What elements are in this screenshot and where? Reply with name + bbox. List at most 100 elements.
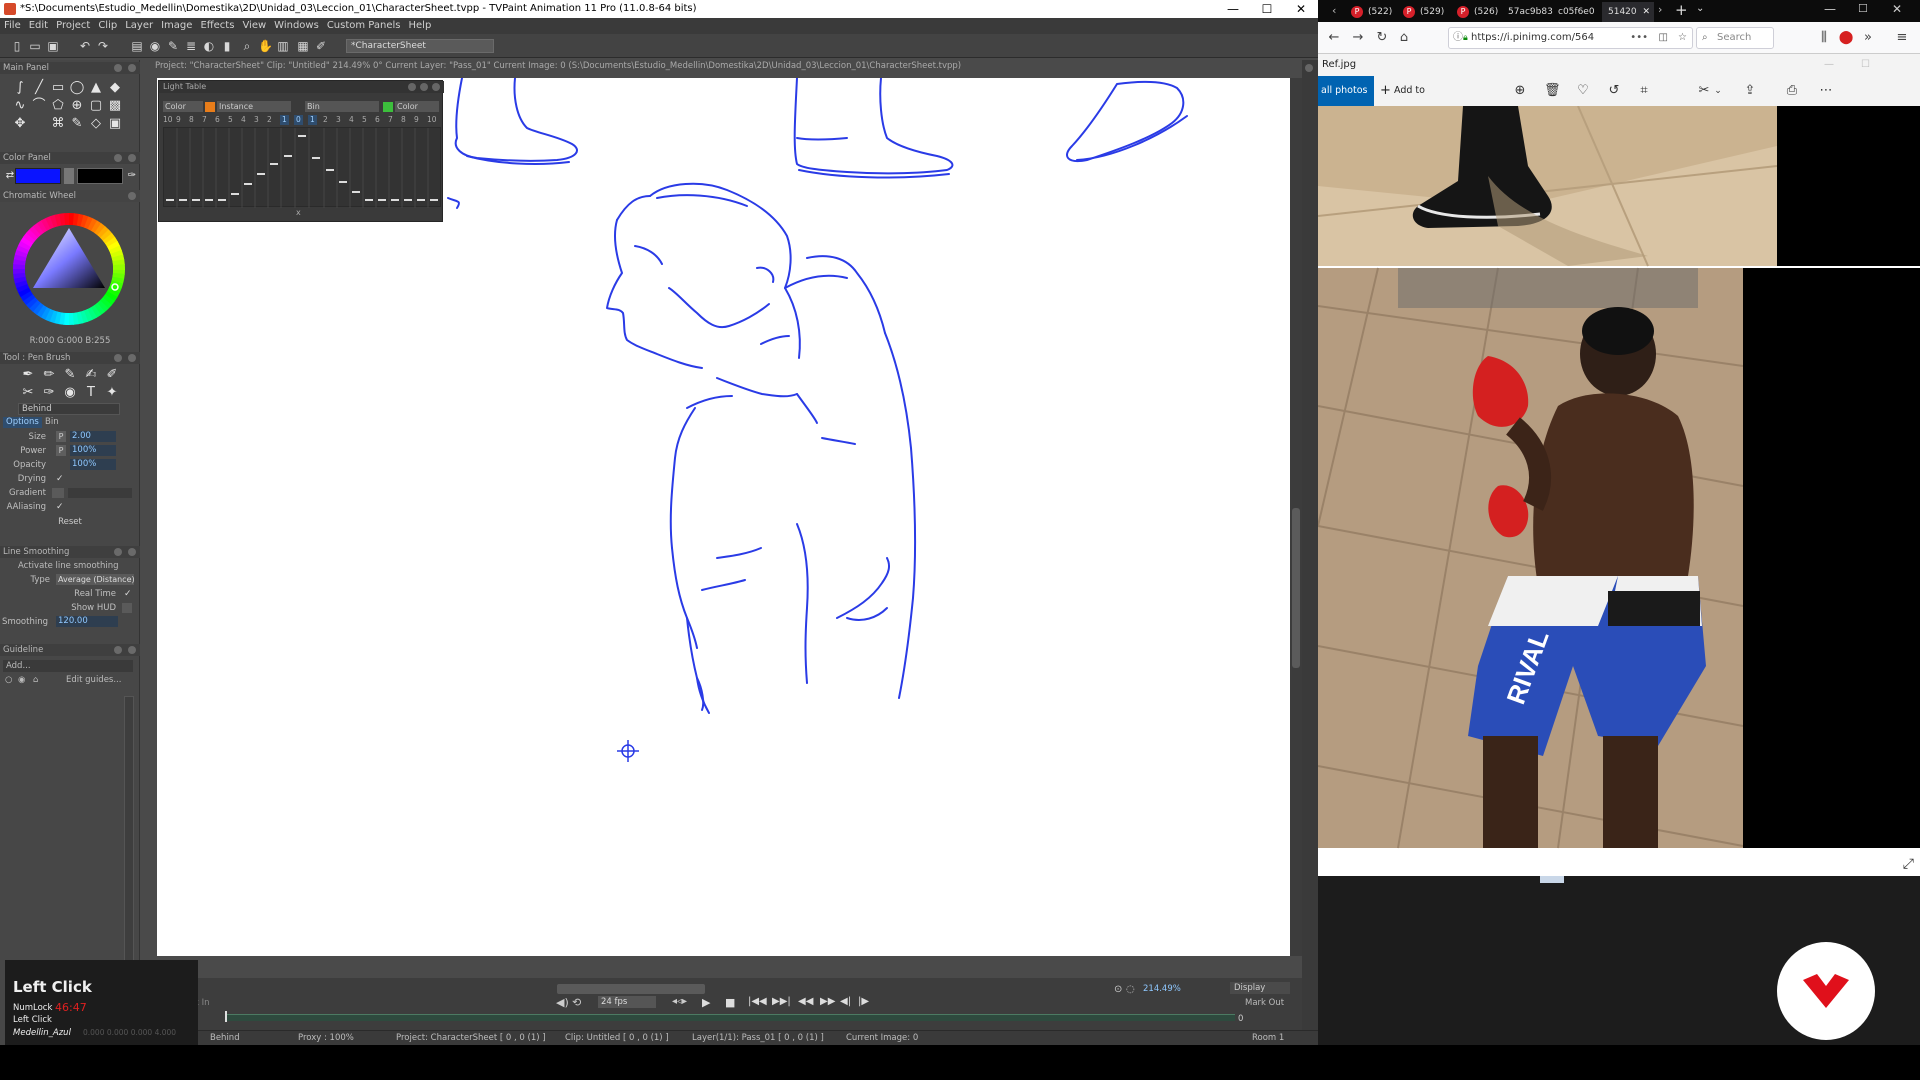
bookmark-star-icon[interactable]: ☆ bbox=[1678, 28, 1687, 48]
favorite-icon[interactable]: ♡ bbox=[1575, 83, 1591, 99]
realtime-checkbox[interactable]: ✓ bbox=[124, 587, 132, 601]
maximize-button[interactable]: ☐ bbox=[1250, 0, 1284, 18]
power-field[interactable]: 100% bbox=[70, 445, 116, 456]
line-tool-icon[interactable]: ╱ bbox=[31, 80, 47, 96]
smoothing-field[interactable]: 120.00 bbox=[56, 616, 118, 627]
next-key-icon[interactable]: |▶ bbox=[858, 996, 869, 1007]
open-icon[interactable]: ▭ bbox=[28, 39, 42, 53]
panel-settings-icon[interactable] bbox=[114, 646, 122, 654]
light-table-close-icon[interactable] bbox=[432, 83, 440, 91]
status-room[interactable]: Room 1 bbox=[1252, 1031, 1284, 1046]
tab-scroll-right-icon[interactable]: › bbox=[1658, 3, 1662, 16]
mark-out-label[interactable]: Mark Out bbox=[1245, 998, 1284, 1008]
panel-close-icon[interactable] bbox=[128, 354, 136, 362]
paint-brush-icon[interactable]: ✍ bbox=[83, 367, 99, 383]
menu-clip[interactable]: Clip bbox=[98, 18, 125, 34]
panel-settings-icon[interactable] bbox=[114, 154, 122, 162]
lt-color-swatch-orange[interactable] bbox=[205, 102, 215, 112]
photo-display[interactable]: RIVAL ⤢ bbox=[1318, 106, 1920, 876]
smoothing-value-row[interactable]: Smoothing 120.00 bbox=[0, 615, 140, 629]
panel-settings-icon[interactable] bbox=[114, 548, 122, 556]
chromatic-wheel[interactable] bbox=[5, 206, 133, 332]
rectangle-tool-icon[interactable]: ▭ bbox=[50, 80, 66, 96]
overflow-icon[interactable]: » bbox=[1860, 30, 1876, 46]
hand-icon[interactable]: ✋ bbox=[258, 39, 273, 53]
size-field[interactable]: 2.00 bbox=[70, 431, 116, 442]
next-mark-icon[interactable]: ▶▶| bbox=[772, 996, 791, 1007]
option-power[interactable]: Power P 100% bbox=[0, 444, 140, 458]
all-photos-button[interactable]: all photos bbox=[1318, 76, 1374, 106]
minimize-button[interactable]: — bbox=[1216, 0, 1250, 18]
panel-settings-icon[interactable] bbox=[114, 64, 122, 72]
lighttable-icon[interactable]: ◐ bbox=[202, 39, 216, 53]
special-brush-icon[interactable]: ✦ bbox=[104, 385, 120, 401]
grid-icon[interactable]: ▦ bbox=[296, 39, 310, 53]
option-opacity[interactable]: Opacity 100% bbox=[0, 458, 140, 472]
panel-close-icon[interactable] bbox=[128, 154, 136, 162]
tab-bin[interactable]: Bin bbox=[42, 417, 62, 428]
delete-icon[interactable]: 🗑︎ bbox=[1544, 83, 1561, 99]
freehand-tool-icon[interactable]: ∫ bbox=[12, 80, 28, 96]
panel-close-icon[interactable] bbox=[1305, 64, 1313, 72]
circle-tool-icon[interactable]: ◯ bbox=[69, 80, 85, 96]
reset-button[interactable]: Reset bbox=[0, 516, 140, 528]
gradient-checkbox[interactable] bbox=[52, 488, 64, 498]
scroll-thumb[interactable] bbox=[1292, 508, 1300, 668]
zoom-reset-icon[interactable]: ⊙ bbox=[1114, 984, 1122, 995]
menu-image[interactable]: Image bbox=[161, 18, 200, 34]
tab-list-icon[interactable]: ⌄ bbox=[1696, 3, 1704, 14]
smoothing-type-select[interactable]: Average (Distance) bbox=[56, 574, 134, 585]
menu-help[interactable]: Help bbox=[409, 18, 440, 34]
target-tool-icon[interactable]: ⊕ bbox=[69, 98, 85, 114]
lock-icon[interactable]: ⌂ bbox=[33, 674, 38, 686]
ink-tool-icon[interactable]: ✑ bbox=[41, 385, 57, 401]
select-tool-icon[interactable]: ◇ bbox=[88, 116, 104, 132]
save-icon[interactable]: ▣ bbox=[46, 39, 60, 53]
drying-checkbox[interactable]: ✓ bbox=[56, 472, 64, 486]
print-icon[interactable]: ⎙ bbox=[1784, 83, 1800, 99]
new-icon[interactable]: ▯ bbox=[10, 39, 24, 53]
activate-line-smoothing[interactable]: Activate line smoothing bbox=[18, 561, 119, 571]
tab-image-1[interactable]: 57ac9b83 bbox=[1502, 2, 1553, 22]
eyedropper-icon[interactable]: ✑ bbox=[124, 168, 140, 184]
photos-maximize-icon[interactable]: ☐ bbox=[1861, 54, 1870, 76]
add-guide-select[interactable]: Add... bbox=[3, 660, 133, 672]
playhead[interactable] bbox=[225, 1011, 227, 1022]
play-icon[interactable]: ▶ bbox=[702, 996, 710, 1009]
tab-pinterest-2[interactable]: P (529) bbox=[1398, 2, 1446, 22]
panel-close-icon[interactable] bbox=[128, 64, 136, 72]
polygon-tool-icon[interactable]: ⬠ bbox=[50, 98, 66, 114]
lt-color-swatch-green[interactable] bbox=[383, 102, 393, 112]
menu-edit[interactable]: Edit bbox=[29, 18, 56, 34]
picker-tool-icon[interactable]: ✎ bbox=[69, 116, 85, 132]
timeline-scrollbar[interactable] bbox=[557, 984, 705, 994]
sound-icon[interactable]: ◀) bbox=[556, 996, 569, 1009]
pocket-icon[interactable]: ◫ bbox=[1659, 28, 1668, 48]
page-actions-icon[interactable]: ••• bbox=[1630, 28, 1648, 48]
new-tab-icon[interactable]: + bbox=[1675, 1, 1688, 19]
loop-icon[interactable]: ⟲ bbox=[572, 996, 581, 1009]
ff-minimize-icon[interactable]: — bbox=[1824, 2, 1836, 16]
panel-toggle-icon[interactable]: ▤ bbox=[130, 39, 144, 53]
panel-menu-icon[interactable] bbox=[128, 192, 136, 200]
color-wheel-icon[interactable]: ◉ bbox=[148, 39, 162, 53]
draw-mode-select[interactable]: Behind bbox=[18, 403, 120, 415]
photos-minimize-icon[interactable]: — bbox=[1824, 54, 1834, 76]
airbrush-icon[interactable]: ✎ bbox=[62, 367, 78, 383]
panel-close-icon[interactable] bbox=[128, 548, 136, 556]
prev-key-icon[interactable]: ◀| bbox=[840, 996, 851, 1007]
pressure-toggle[interactable]: P bbox=[56, 445, 66, 456]
next-frame-icon[interactable]: ▶▶ bbox=[820, 996, 835, 1007]
lt-color-chip-left[interactable]: Color bbox=[163, 101, 203, 112]
fullscreen-icon[interactable]: ⤢ bbox=[1903, 856, 1914, 872]
menu-file[interactable]: File bbox=[4, 18, 29, 34]
add-to-button[interactable]: + Add to bbox=[1378, 76, 1425, 106]
show-hud-row[interactable]: Show HUD bbox=[0, 601, 140, 615]
option-aaliasing[interactable]: AAliasing ✓ bbox=[0, 500, 140, 514]
pressure-toggle[interactable]: P bbox=[56, 431, 66, 442]
show-hud-checkbox[interactable] bbox=[122, 603, 132, 613]
curve-tool-icon[interactable]: ⌒ bbox=[31, 98, 47, 114]
gradient-preview[interactable] bbox=[68, 488, 132, 498]
stamp-tool-icon[interactable]: ▩ bbox=[107, 98, 123, 114]
light-table-settings-icon[interactable] bbox=[420, 83, 428, 91]
